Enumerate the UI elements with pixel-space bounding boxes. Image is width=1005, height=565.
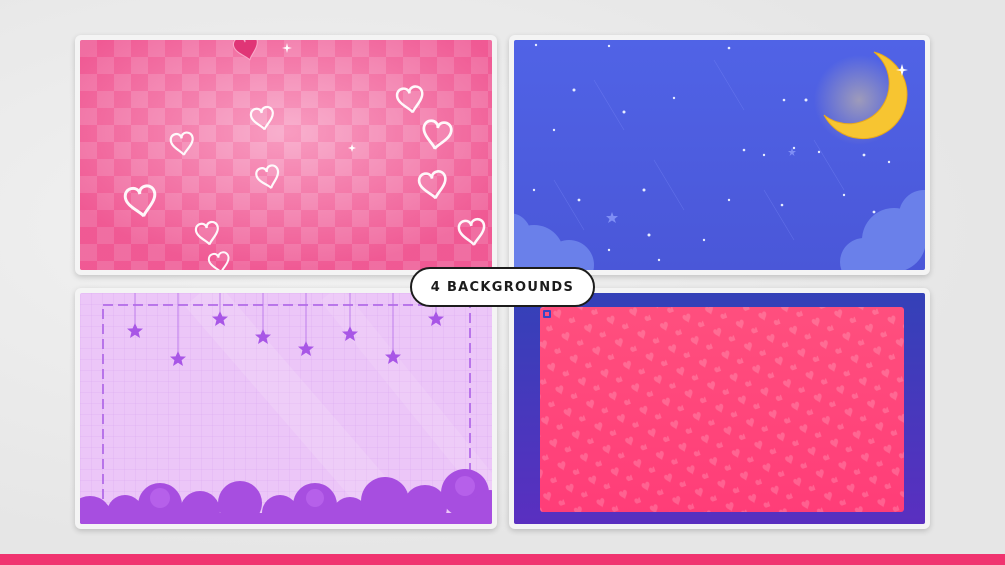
background-preview-lavender-stars xyxy=(75,288,497,529)
backgrounds-count-badge: 4 BACKGROUNDS xyxy=(410,267,595,307)
background-preview-night-sky xyxy=(509,35,930,275)
badge-label: 4 BACKGROUNDS xyxy=(430,279,575,295)
lavender-stars-background xyxy=(80,293,492,524)
night-sky-background xyxy=(514,40,925,270)
coral-hearts-background xyxy=(514,293,925,524)
background-preview-pink-hearts xyxy=(75,35,497,275)
background-preview-coral-hearts xyxy=(509,288,930,529)
pink-hearts-background xyxy=(80,40,492,270)
bottom-accent-bar xyxy=(0,554,1005,565)
